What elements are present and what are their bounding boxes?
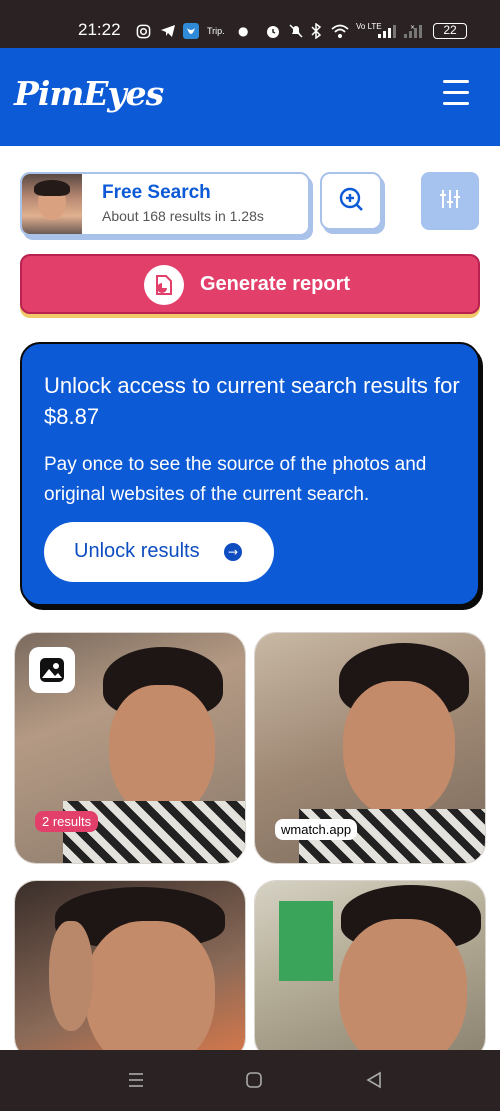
notification-dot-icon: ●	[238, 24, 249, 38]
result-tile[interactable]	[14, 880, 246, 1060]
mute-icon	[288, 22, 304, 40]
report-icon	[144, 265, 184, 305]
signal-icon	[378, 22, 396, 40]
battery-indicator: 22	[433, 23, 467, 39]
home-button[interactable]	[242, 1070, 266, 1094]
back-icon	[364, 1070, 384, 1094]
status-time: 21:22	[78, 20, 121, 39]
home-icon	[244, 1070, 264, 1094]
svg-text:×: ×	[410, 24, 415, 31]
hamburger-icon	[443, 80, 469, 83]
zoom-button[interactable]	[320, 172, 382, 230]
back-button[interactable]	[362, 1070, 386, 1094]
zoom-in-icon	[337, 185, 365, 217]
navigation-bar	[0, 1050, 500, 1111]
generate-report-label: Generate report	[200, 273, 351, 295]
bluesky-icon	[183, 22, 199, 40]
wifi-icon	[330, 22, 350, 40]
result-tile[interactable]: 2 results	[14, 632, 246, 864]
unlock-results-button[interactable]: Unlock results →	[44, 522, 274, 582]
search-thumbnail	[22, 174, 82, 234]
arrow-right-icon: →	[224, 543, 242, 561]
recents-button[interactable]	[124, 1070, 148, 1094]
unlock-title: Unlock access to current search results …	[44, 373, 460, 429]
app-header: PimEyes	[0, 48, 500, 146]
result-tile[interactable]	[254, 880, 486, 1060]
source-domain-label: wmatch.app	[275, 819, 358, 840]
signal-2-icon: ×	[404, 22, 424, 40]
unlock-results-label: Unlock results	[74, 540, 200, 562]
alarm-icon	[265, 22, 281, 40]
instagram-icon	[136, 22, 151, 40]
search-title: Free Search	[102, 182, 211, 203]
result-tile[interactable]: wmatch.app	[254, 632, 486, 864]
results-count-badge: 2 results	[35, 811, 99, 832]
unlock-card: Unlock access to current search results …	[20, 342, 480, 606]
telegram-icon	[160, 22, 176, 40]
filter-button[interactable]	[421, 172, 479, 230]
search-card[interactable]: Free Search About 168 results in 1.28s	[20, 172, 310, 236]
bluetooth-icon	[310, 22, 322, 40]
image-icon[interactable]	[29, 647, 75, 693]
status-bar: 21:22 Trip. ● Vo LTE × 22	[0, 0, 500, 48]
trip-label: Trip.	[207, 26, 225, 36]
search-subtitle: About 168 results in 1.28s	[102, 208, 264, 224]
logo[interactable]: PimEyes	[14, 74, 164, 113]
recents-icon	[126, 1070, 146, 1094]
unlock-description: Pay once to see the source of the photos…	[44, 454, 427, 505]
generate-report-button[interactable]: Generate report	[20, 254, 480, 314]
sliders-icon	[438, 187, 462, 215]
hamburger-menu-button[interactable]	[443, 80, 471, 108]
